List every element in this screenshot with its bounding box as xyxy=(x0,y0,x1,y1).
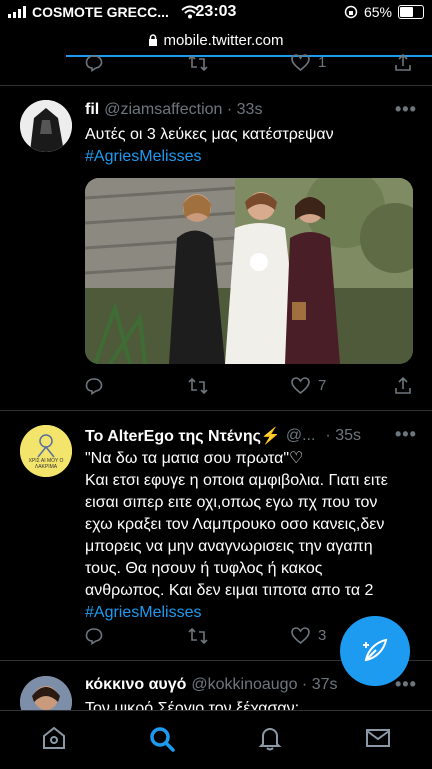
share-button[interactable] xyxy=(394,376,412,395)
retweet-icon xyxy=(188,377,208,395)
nav-messages[interactable] xyxy=(365,725,391,756)
author-name[interactable]: fil xyxy=(85,101,99,119)
like-button[interactable]: 1 xyxy=(291,54,326,71)
lock-icon xyxy=(149,33,158,46)
bell-icon xyxy=(258,728,282,751)
author-handle: @ziamsaffection · 33s xyxy=(104,101,263,118)
divider xyxy=(0,410,432,411)
tweet-line: εχω κραξει τον Λαμπρουκο οσο κανεις,δεν xyxy=(85,516,385,533)
like-count: 1 xyxy=(318,54,327,71)
compose-icon xyxy=(363,638,388,662)
like-button[interactable]: 7 xyxy=(291,377,326,394)
more-options-icon[interactable]: ••• xyxy=(395,674,417,695)
battery-icon xyxy=(398,5,424,19)
heart-icon xyxy=(291,54,310,71)
reply-icon xyxy=(85,55,103,72)
avatar[interactable] xyxy=(20,100,72,152)
battery-percent: 65% xyxy=(363,4,392,20)
tweet-time: · 35s xyxy=(325,427,361,444)
avatar-caption: ΧΡΙΣ ΑΙ ΜΟΥ Ο ΛΑΚΡΙΜΑ xyxy=(28,458,64,470)
retweet-button[interactable] xyxy=(188,627,208,645)
like-count: 7 xyxy=(318,377,327,394)
tweet-line: ανθρωπος. Και δεν ειμαι τιποτα απο τα 2 xyxy=(85,582,374,599)
retweet-button[interactable] xyxy=(188,377,208,395)
heart-icon xyxy=(291,377,310,394)
bottom-navigation xyxy=(0,710,432,769)
reply-icon xyxy=(85,628,103,645)
url-text: mobile.twitter.com xyxy=(163,31,284,49)
compose-button[interactable] xyxy=(340,616,410,686)
divider xyxy=(0,85,432,86)
tweet-line: εισαι σιπερ ειτε οχι,οπως εγω πχ που τον xyxy=(85,494,378,511)
author-name[interactable]: To AlterEgo της Ντένης⚡ xyxy=(85,426,281,446)
orientation-lock-icon xyxy=(344,5,358,19)
reply-icon xyxy=(85,378,103,395)
more-options-icon[interactable]: ••• xyxy=(395,424,417,445)
nav-notifications[interactable] xyxy=(257,725,283,756)
author-name[interactable]: κόκκινο αυγό xyxy=(85,676,186,694)
retweet-button[interactable] xyxy=(188,54,208,72)
share-icon xyxy=(395,53,411,71)
author-handle: @kokkinoaugo · 37s xyxy=(191,676,338,693)
url-bar[interactable]: mobile.twitter.com xyxy=(0,26,432,54)
hashtag-link[interactable]: #AgriesMelisses xyxy=(85,602,388,624)
share-icon xyxy=(395,376,411,394)
tweet-line: "Να δω τα ματια σου πρωτα"♡ xyxy=(85,450,304,467)
like-button[interactable]: 3 xyxy=(291,627,326,644)
mail-icon xyxy=(366,729,390,747)
search-icon xyxy=(150,727,175,752)
tweet-line: τους. Θα ησουν ή τυφλος ή κακος xyxy=(85,560,323,577)
home-icon xyxy=(43,726,65,749)
reply-button[interactable] xyxy=(85,627,103,645)
heart-icon xyxy=(291,627,310,644)
hashtag-link[interactable]: #AgriesMelisses xyxy=(85,146,334,168)
retweet-icon xyxy=(188,54,208,72)
avatar[interactable]: ΧΡΙΣ ΑΙ ΜΟΥ Ο ΛΑΚΡΙΜΑ xyxy=(20,425,72,477)
reply-button[interactable] xyxy=(85,377,103,395)
nav-home[interactable] xyxy=(41,725,67,756)
page-load-progress xyxy=(66,55,432,57)
author-handle: @... xyxy=(285,427,316,444)
tweet-photo[interactable] xyxy=(85,178,413,364)
retweet-icon xyxy=(188,627,208,645)
status-bar: COSMOTE GRECC... 23:03 65% xyxy=(0,0,432,26)
tweet-line: μπορεις να μην αναγνωρισεις την αγαπη xyxy=(85,538,373,555)
share-button[interactable] xyxy=(394,53,412,72)
tweet-text: Αυτές οι 3 λεύκες μας κατέστρεψαν xyxy=(85,126,334,143)
nav-search[interactable] xyxy=(148,725,176,758)
tweet-line: Και ετσι εφυγε η οποια αμφιβολια. Γιατι … xyxy=(85,472,388,489)
more-options-icon[interactable]: ••• xyxy=(395,99,417,120)
reply-button[interactable] xyxy=(85,54,103,72)
like-count: 3 xyxy=(318,627,327,644)
